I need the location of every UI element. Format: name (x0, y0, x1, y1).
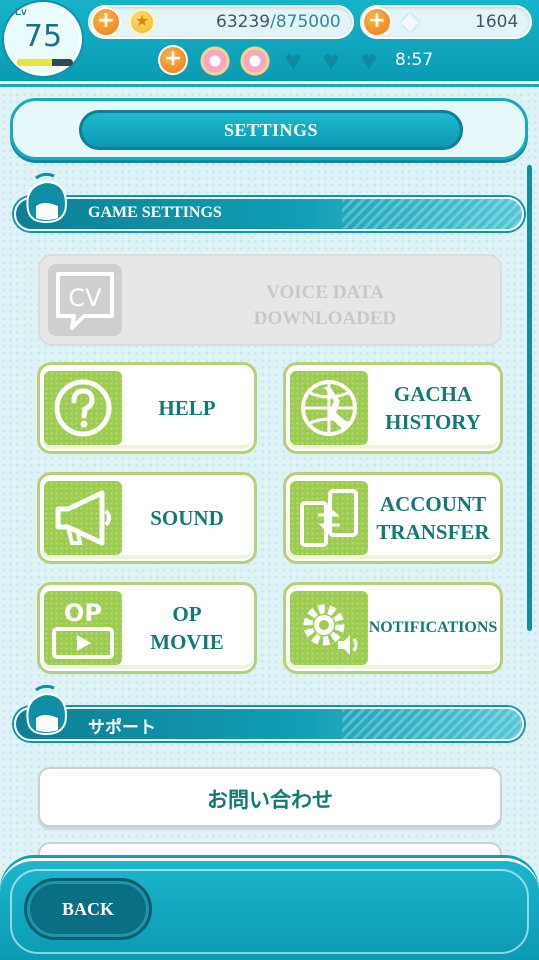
scrollbar[interactable] (527, 165, 532, 631)
question-icon (44, 371, 122, 445)
gear-speaker-icon (290, 591, 368, 665)
voice-label-line1: VOICE DATA (266, 282, 384, 303)
tile-label-line1: SOUND (150, 506, 224, 530)
megaphone-icon (44, 481, 122, 555)
level-tag: Lv (15, 7, 27, 18)
support-header: サポート (14, 707, 524, 741)
mascot-head-icon (26, 172, 68, 224)
stamina-timer: 8:57 (395, 50, 434, 70)
xp-bar (17, 59, 73, 66)
tile-label-line1: ACCOUNT (379, 492, 487, 516)
voice-data-button[interactable]: CV VOICE DATA DOWNLOADED (38, 254, 502, 346)
gear-speaker-graphic (303, 604, 358, 655)
op-icon-text: OP (64, 599, 102, 627)
notifications-button[interactable]: NOTIFICATIONS (283, 582, 503, 674)
help-label: HELP (124, 365, 250, 451)
tile-label-line1: HELP (158, 396, 216, 420)
section-title: サポート (88, 718, 156, 738)
account-transfer-label: ACCOUNT TRANSFER (370, 475, 496, 561)
coin-cap: /875000 (270, 12, 341, 32)
tile-label-line2: MOVIE (150, 630, 224, 654)
contact-button[interactable]: お問い合わせ (38, 767, 502, 827)
gem-amount: 1604 (475, 12, 519, 32)
empty-heart-icon: ♥ (322, 45, 340, 76)
empty-heart-icon: ♥ (360, 45, 378, 76)
notifications-label: NOTIFICATIONS (368, 585, 498, 671)
stamina-donut-icon (240, 46, 270, 76)
tile-label-line1: OP (172, 602, 202, 626)
empty-heart-icon: ♥ (284, 45, 302, 76)
op-play-graphic: OP (52, 599, 114, 659)
page-title: SETTINGS (79, 110, 463, 150)
xp-bar-fill (17, 59, 52, 66)
add-stamina-button[interactable]: + (158, 45, 188, 75)
coin-icon: ★ (129, 9, 155, 35)
mascot-head-icon (26, 684, 68, 736)
sound-button[interactable]: SOUND (37, 472, 257, 564)
tile-label-line2: HISTORY (385, 410, 481, 434)
voice-data-label: VOICE DATA DOWNLOADED (190, 280, 460, 332)
question-graphic (54, 379, 112, 437)
tile-label-line1: NOTIFICATIONS (368, 619, 498, 636)
tile-label-line1: GACHA (393, 382, 473, 406)
level-badge: Lv 75 (4, 2, 82, 76)
back-button[interactable]: BACK (24, 878, 152, 940)
op-movie-label: OP MOVIE (124, 585, 250, 671)
section-title: GAME SETTINGS (88, 204, 222, 221)
phone-transfer-graphic (300, 489, 358, 547)
stamina-donut-icon (200, 46, 230, 76)
gacha-globe-graphic (301, 380, 357, 436)
account-transfer-button[interactable]: ACCOUNT TRANSFER (283, 472, 503, 564)
add-coins-button[interactable]: + (91, 7, 121, 37)
contact-label: お問い合わせ (207, 788, 333, 812)
cv-icon: CV (48, 264, 122, 336)
help-button[interactable]: HELP (37, 362, 257, 454)
header-stripes (342, 709, 522, 739)
gacha-history-label: GACHA HISTORY (370, 365, 496, 451)
gacha-globe-icon (290, 371, 368, 445)
header-stripes (342, 199, 522, 229)
gacha-history-button[interactable]: GACHA HISTORY (283, 362, 503, 454)
cv-icon-text: CV (68, 284, 102, 312)
tile-label-line2: TRANSFER (376, 520, 490, 544)
coin-amount: 63239/875000 (216, 12, 341, 32)
top-hud: Lv 75 + ★ 63239/875000 + ◆ 1604 + ♥ ♥ ♥ … (0, 0, 539, 87)
level-number: 75 (23, 19, 63, 54)
phone-transfer-icon (290, 481, 368, 555)
coin-current: 63239 (216, 12, 271, 32)
sound-label: SOUND (124, 475, 250, 561)
megaphone-graphic (55, 490, 111, 546)
add-gems-button[interactable]: + (362, 7, 392, 37)
bottom-bar: BACK (0, 858, 539, 960)
op-movie-button[interactable]: OP OP MOVIE (37, 582, 257, 674)
cv-bubble-graphic: CV (56, 272, 114, 330)
game-settings-header: GAME SETTINGS (14, 197, 524, 231)
title-bar: SETTINGS (10, 98, 528, 160)
voice-label-line2: DOWNLOADED (253, 308, 397, 329)
play-icon: OP (44, 591, 122, 665)
diamond-icon: ◆ (400, 8, 420, 35)
